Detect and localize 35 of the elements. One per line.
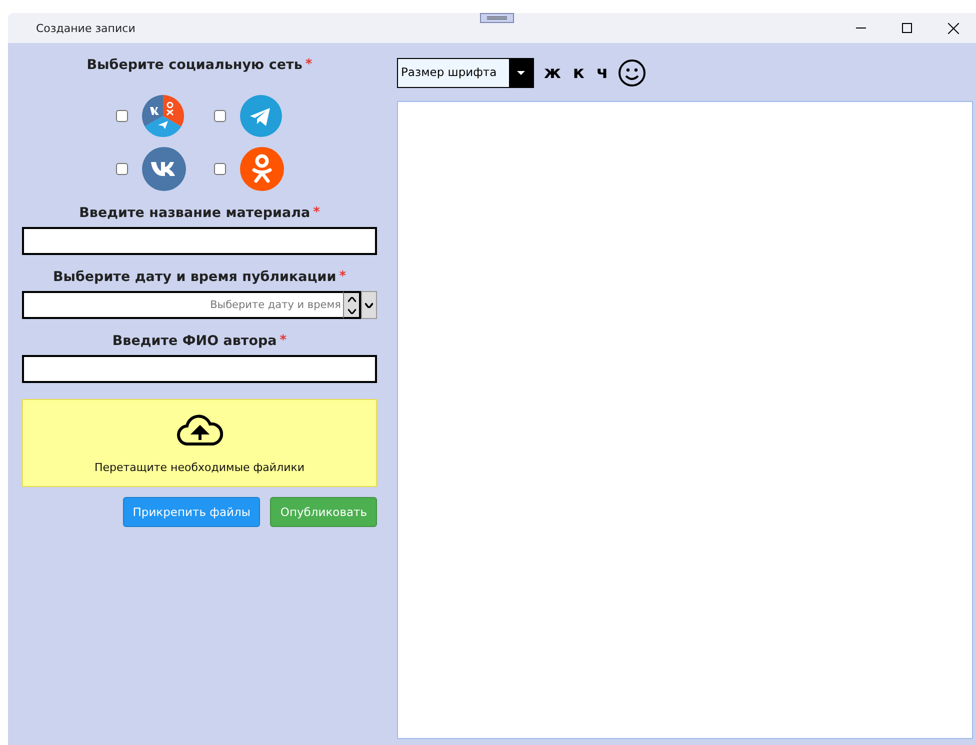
- field-label: Выберите дату и время публикации: [52, 269, 336, 285]
- social-heading: Выберите социальную сеть: [86, 57, 302, 73]
- chevron-down-icon: [348, 308, 356, 314]
- date-time-field[interactable]: Выберите дату и время: [22, 291, 343, 319]
- stick-figure-icon: [240, 147, 284, 191]
- checkbox[interactable]: [214, 110, 226, 122]
- chevron-up-icon: [348, 296, 356, 302]
- smiley-icon[interactable]: [618, 59, 646, 87]
- social-networks-icon: [142, 95, 184, 137]
- text-field[interactable]: [22, 355, 377, 383]
- format-button[interactable]: ж: [542, 63, 563, 83]
- text-field[interactable]: [22, 227, 377, 255]
- cloud-upload-icon: [176, 412, 222, 446]
- required-mark: *: [339, 269, 346, 284]
- chevron-down-icon: [365, 302, 373, 308]
- field-label: Введите ФИО автора: [112, 333, 277, 349]
- required-mark: *: [313, 205, 320, 220]
- checkbox[interactable]: [116, 110, 128, 122]
- dropdown-button[interactable]: [361, 291, 377, 319]
- vk-icon: [142, 147, 186, 191]
- close-icon: [948, 22, 958, 34]
- checkbox[interactable]: [214, 163, 226, 175]
- required-mark: *: [305, 57, 312, 72]
- format-button[interactable]: ч: [594, 63, 610, 83]
- caret-icon: [517, 71, 525, 75]
- file-drop-zone[interactable]: Перетащите необходимые файлики: [22, 399, 377, 487]
- maximize-icon: [902, 23, 912, 33]
- checkbox[interactable]: [116, 163, 128, 175]
- drag-handle[interactable]: [480, 13, 514, 23]
- paper-plane-icon: [240, 95, 282, 137]
- font-size-dropdown[interactable]: Размер шрифта: [397, 58, 534, 88]
- field-label: Введите название материала: [79, 205, 310, 221]
- format-button[interactable]: к: [570, 63, 586, 83]
- window-title: Создание записи: [36, 22, 136, 34]
- required-mark: *: [280, 333, 287, 348]
